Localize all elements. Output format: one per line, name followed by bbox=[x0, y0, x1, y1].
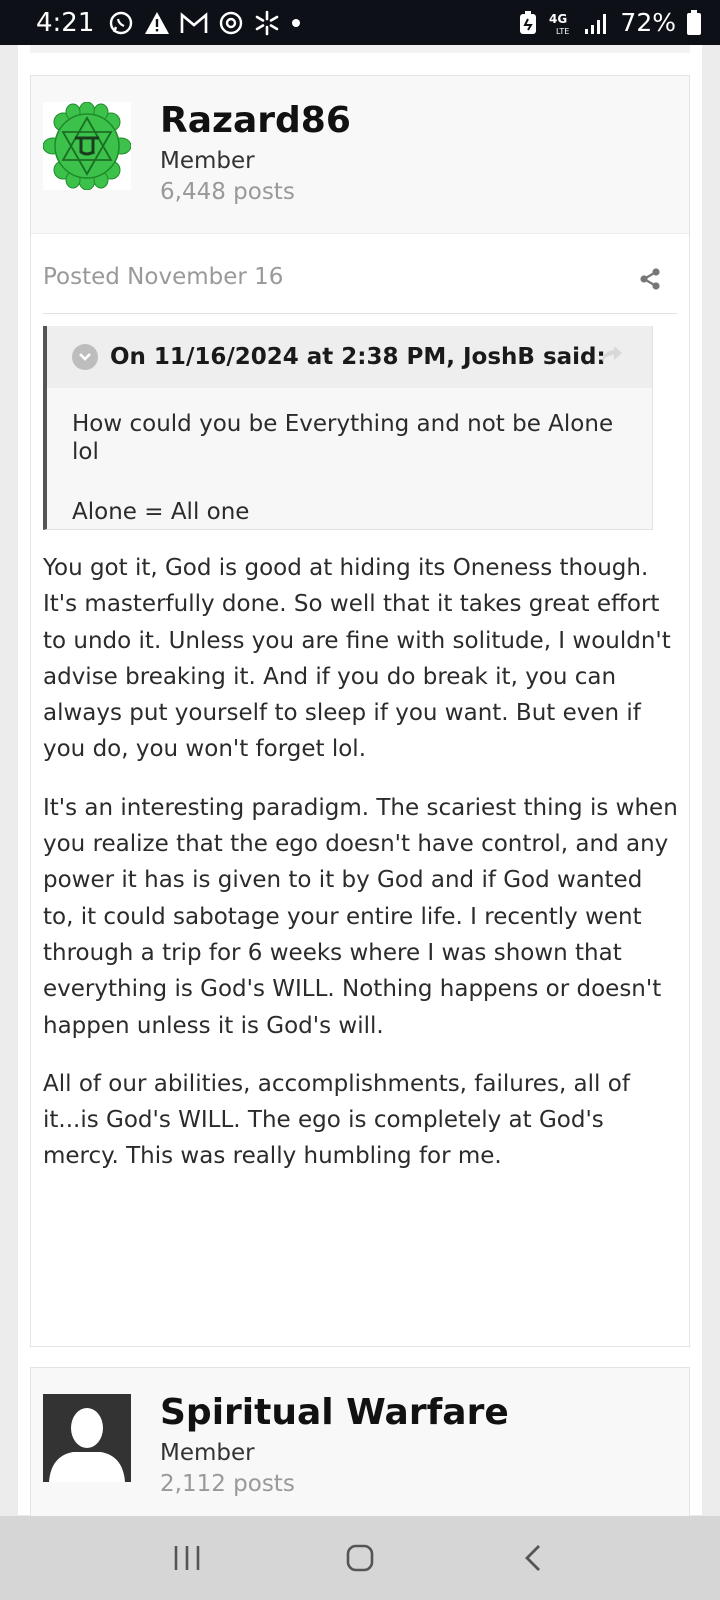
system-nav-bar bbox=[0, 1516, 720, 1600]
author-post-count: 2,112 posts bbox=[160, 1471, 295, 1497]
lte-icon: 4G LTE bbox=[548, 10, 574, 36]
battery-icon bbox=[686, 9, 702, 37]
post-paragraph: You got it, God is good at hiding its On… bbox=[43, 555, 671, 763]
walmart-spark-icon bbox=[254, 10, 280, 36]
status-bar: 4:21 4G LTE 72% bbox=[0, 0, 720, 45]
heart-chakra-icon bbox=[43, 102, 131, 190]
quote-line: How could you be Everything and not be A… bbox=[72, 411, 614, 465]
back-icon[interactable] bbox=[503, 1528, 563, 1588]
author-name[interactable]: Spiritual Warfare bbox=[160, 1392, 509, 1433]
default-user-icon bbox=[43, 1394, 131, 1482]
svg-text:4G: 4G bbox=[549, 12, 567, 26]
author-role: Member bbox=[160, 148, 255, 174]
previous-post-edge bbox=[30, 45, 690, 53]
posted-date[interactable]: Posted November 16 bbox=[43, 264, 283, 290]
avatar[interactable] bbox=[43, 102, 131, 190]
author-role: Member bbox=[160, 1440, 255, 1466]
post-paragraph: All of our abilities, accomplishments, f… bbox=[43, 1070, 630, 1170]
quote-line: Alone = All one bbox=[72, 499, 250, 525]
quote-title: On 11/16/2024 at 2:38 PM, JoshB said: bbox=[110, 344, 606, 370]
battery-percent: 72% bbox=[620, 8, 676, 37]
warning-icon bbox=[144, 11, 170, 35]
forum-post: Spiritual Warfare Member 2,112 posts bbox=[30, 1367, 690, 1527]
share-icon[interactable] bbox=[639, 268, 661, 294]
dot-icon bbox=[290, 17, 302, 29]
svg-text:LTE: LTE bbox=[556, 27, 569, 36]
author-header: Spiritual Warfare Member 2,112 posts bbox=[31, 1368, 689, 1526]
quote-body: How could you be Everything and not be A… bbox=[47, 388, 652, 526]
quote-header[interactable]: On 11/16/2024 at 2:38 PM, JoshB said: bbox=[47, 326, 652, 388]
post-content: You got it, God is good at hiding its On… bbox=[31, 530, 691, 1175]
post-paragraph: It's an interesting paradigm. The scarie… bbox=[43, 794, 678, 1039]
status-bar-left: 4:21 bbox=[36, 8, 302, 38]
gmail-icon bbox=[180, 11, 208, 34]
whatsapp-icon bbox=[108, 10, 134, 36]
forum-post: Razard86 Member 6,448 posts Posted Novem… bbox=[30, 75, 690, 1347]
sync-icon bbox=[218, 10, 244, 36]
recent-apps-icon[interactable] bbox=[157, 1528, 217, 1588]
go-to-quote-icon[interactable] bbox=[600, 344, 624, 368]
post-meta: Posted November 16 bbox=[43, 234, 677, 314]
author-post-count: 6,448 posts bbox=[160, 179, 295, 205]
status-bar-right: 4G LTE 72% bbox=[518, 8, 702, 37]
signal-icon bbox=[584, 10, 610, 36]
battery-saver-icon bbox=[518, 10, 538, 36]
quote-block: On 11/16/2024 at 2:38 PM, JoshB said: Ho… bbox=[43, 326, 653, 530]
author-header: Razard86 Member 6,448 posts bbox=[31, 76, 689, 234]
home-icon[interactable] bbox=[330, 1528, 390, 1588]
chevron-down-icon[interactable] bbox=[72, 344, 98, 370]
forum-page: Razard86 Member 6,448 posts Posted Novem… bbox=[18, 45, 702, 1527]
author-name[interactable]: Razard86 bbox=[160, 100, 351, 141]
clock: 4:21 bbox=[36, 7, 95, 38]
avatar[interactable] bbox=[43, 1394, 131, 1482]
